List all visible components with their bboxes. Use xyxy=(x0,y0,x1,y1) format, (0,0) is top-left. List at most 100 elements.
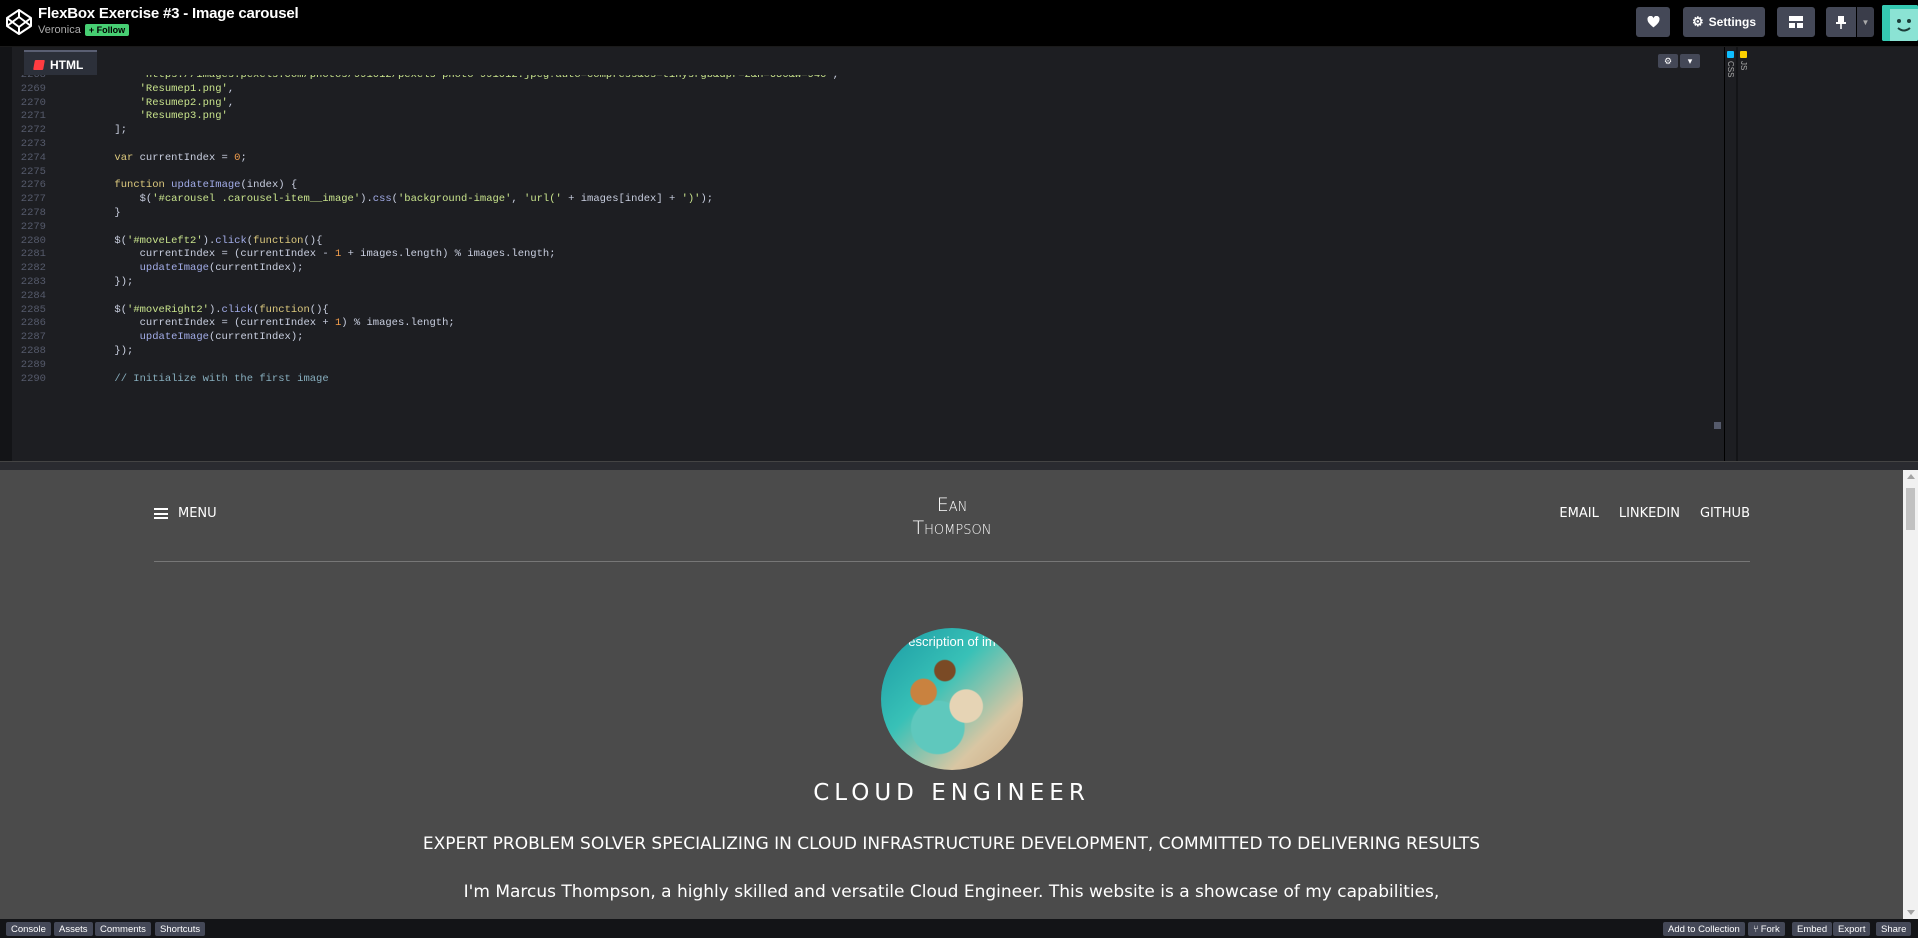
line-number: 2288 xyxy=(20,345,46,357)
line-number: 2278 xyxy=(20,207,46,219)
fork-label: Fork xyxy=(1760,923,1780,935)
line-number: 2284 xyxy=(20,289,46,302)
code-line[interactable]: 2290 // Initialize with the first image xyxy=(12,373,1712,389)
nav-link-github[interactable]: GITHUB xyxy=(1700,506,1750,521)
code-text: 'Resumep1.png', xyxy=(139,82,235,95)
scroll-down-icon[interactable] xyxy=(1907,910,1915,915)
top-header: FlexBox Exercise #3 - Image carousel Ver… xyxy=(0,0,1918,47)
brand-line-1: Ean xyxy=(936,494,968,516)
line-number: 2283 xyxy=(20,276,46,288)
line-number: 2268 xyxy=(20,75,46,81)
code-text: // Initialize with the first image xyxy=(64,372,329,385)
code-text: }); xyxy=(64,345,134,357)
code-text: currentIndex = (currentIndex + 1) % imag… xyxy=(64,317,455,330)
settings-button[interactable]: ⚙ Settings xyxy=(1683,7,1765,37)
shortcuts-button[interactable]: Shortcuts xyxy=(155,922,206,936)
result-preview: MENU Ean Thompson EMAIL LINKEDIN GITHUB … xyxy=(0,470,1918,919)
tab-js[interactable]: JS xyxy=(1738,47,1749,461)
tab-html-label: HTML xyxy=(50,57,84,72)
layout-icon xyxy=(1789,16,1803,28)
embed-button[interactable]: Embed xyxy=(1792,922,1833,936)
line-number: 2273 xyxy=(20,138,46,150)
editor-settings-gear-icon[interactable]: ⚙ xyxy=(1658,54,1678,68)
code-text: updateImage(currentIndex); xyxy=(139,331,304,344)
code-text: 'Resumep3.png' xyxy=(139,110,228,123)
css-icon xyxy=(1727,51,1734,58)
author-name[interactable]: Veronica xyxy=(38,24,81,36)
heart-button[interactable] xyxy=(1636,7,1670,37)
tab-html[interactable]: HTML xyxy=(24,50,98,77)
bottom-bar: Console Assets Comments Shortcuts Add to… xyxy=(0,919,1918,938)
line-number: 2271 xyxy=(20,110,46,123)
code-text: } xyxy=(64,207,121,219)
tagline: EXPERT PROBLEM SOLVER SPECIALIZING IN CL… xyxy=(422,834,1481,854)
author-row: Veronica + Follow xyxy=(38,24,130,36)
scrollbar-thumb[interactable] xyxy=(1906,488,1915,530)
image-alt-text: escription of im xyxy=(908,634,996,649)
pin-icon xyxy=(1836,15,1846,29)
avatar-face-icon xyxy=(1882,5,1918,41)
tab-css-label: CSS xyxy=(1726,61,1735,78)
line-number: 2269 xyxy=(20,82,46,95)
share-button[interactable]: Share xyxy=(1876,922,1912,936)
code-text: updateImage(currentIndex); xyxy=(139,262,304,275)
line-number: 2275 xyxy=(20,165,46,178)
line-number: 2290 xyxy=(20,372,46,385)
code-editor-area: HTML ⚙ ▾ 2268 'https://images.pexels.com… xyxy=(0,47,1918,461)
editor-collapse-chevron-icon[interactable]: ▾ xyxy=(1680,54,1700,68)
line-number: 2280 xyxy=(20,234,46,247)
role-title: CLOUD ENGINEER xyxy=(813,780,1090,806)
line-number: 2286 xyxy=(20,317,46,330)
code-text: ]; xyxy=(64,124,128,137)
console-button[interactable]: Console xyxy=(6,922,51,936)
line-number: 2282 xyxy=(20,262,46,275)
code-text: function updateImage(index) { xyxy=(114,179,298,192)
scroll-up-icon[interactable] xyxy=(1907,474,1915,479)
tab-css[interactable]: CSS xyxy=(1725,47,1736,461)
tab-js-label: JS xyxy=(1739,61,1748,71)
line-number: 2285 xyxy=(20,303,46,316)
nav-link-linkedin[interactable]: LINKEDIN xyxy=(1619,506,1680,521)
export-button[interactable]: Export xyxy=(1833,922,1871,936)
menu-button[interactable]: MENU xyxy=(154,506,217,521)
line-number: 2277 xyxy=(20,193,46,206)
line-number: 2281 xyxy=(20,248,46,261)
brand-line-2: Thompson xyxy=(912,517,992,539)
comments-button[interactable]: Comments xyxy=(95,922,151,936)
editor-left-gutter xyxy=(0,47,12,461)
add-to-collection-button[interactable]: Add to Collection xyxy=(1663,922,1745,936)
code-content[interactable]: 2268 'https://images.pexels.com/photos/9… xyxy=(12,75,1724,461)
assets-button[interactable]: Assets xyxy=(54,922,93,936)
fork-icon: ⑂ xyxy=(1753,923,1759,935)
editor-tab-row: HTML ⚙ ▾ xyxy=(12,47,1724,77)
pen-title[interactable]: FlexBox Exercise #3 - Image carousel xyxy=(38,5,299,22)
code-text: }); xyxy=(64,276,134,288)
codepen-logo-icon[interactable] xyxy=(5,8,33,36)
editor-tools: ⚙ ▾ xyxy=(1658,54,1700,68)
nav-link-email[interactable]: EMAIL xyxy=(1559,506,1598,521)
html-icon xyxy=(33,59,45,70)
preview-scrollbar[interactable] xyxy=(1903,470,1918,919)
pin-button[interactable] xyxy=(1826,7,1856,37)
fork-button[interactable]: ⑂ Fork xyxy=(1748,922,1785,936)
editor-resize-handle[interactable] xyxy=(1714,422,1721,429)
code-text: $('#moveLeft2').click(function(){ xyxy=(64,234,323,247)
nav-links: EMAIL LINKEDIN GITHUB xyxy=(1559,506,1750,521)
site-brand[interactable]: Ean Thompson xyxy=(880,494,1024,540)
intro-text: I'm Marcus Thompson, a highly skilled an… xyxy=(463,882,1440,902)
line-number: 2270 xyxy=(20,96,46,109)
user-avatar[interactable] xyxy=(1882,5,1918,41)
header-divider xyxy=(154,561,1750,562)
line-number: 2276 xyxy=(20,179,46,192)
code-text: $('#moveRight2').click(function(){ xyxy=(64,303,329,316)
follow-button[interactable]: + Follow xyxy=(84,24,130,36)
pin-dropdown-button[interactable]: ▼ xyxy=(1857,7,1874,37)
collapsed-editor-panels: CSS JS xyxy=(1724,47,1749,461)
change-view-button[interactable] xyxy=(1777,7,1815,37)
profile-image: escription of im xyxy=(881,628,1023,770)
code-text: currentIndex = (currentIndex - 1 + image… xyxy=(64,248,556,261)
code-text: 'Resumep2.png', xyxy=(139,96,235,109)
line-number: 2274 xyxy=(20,151,46,164)
menu-label: MENU xyxy=(178,506,217,521)
chevron-down-icon: ▼ xyxy=(1861,17,1870,27)
